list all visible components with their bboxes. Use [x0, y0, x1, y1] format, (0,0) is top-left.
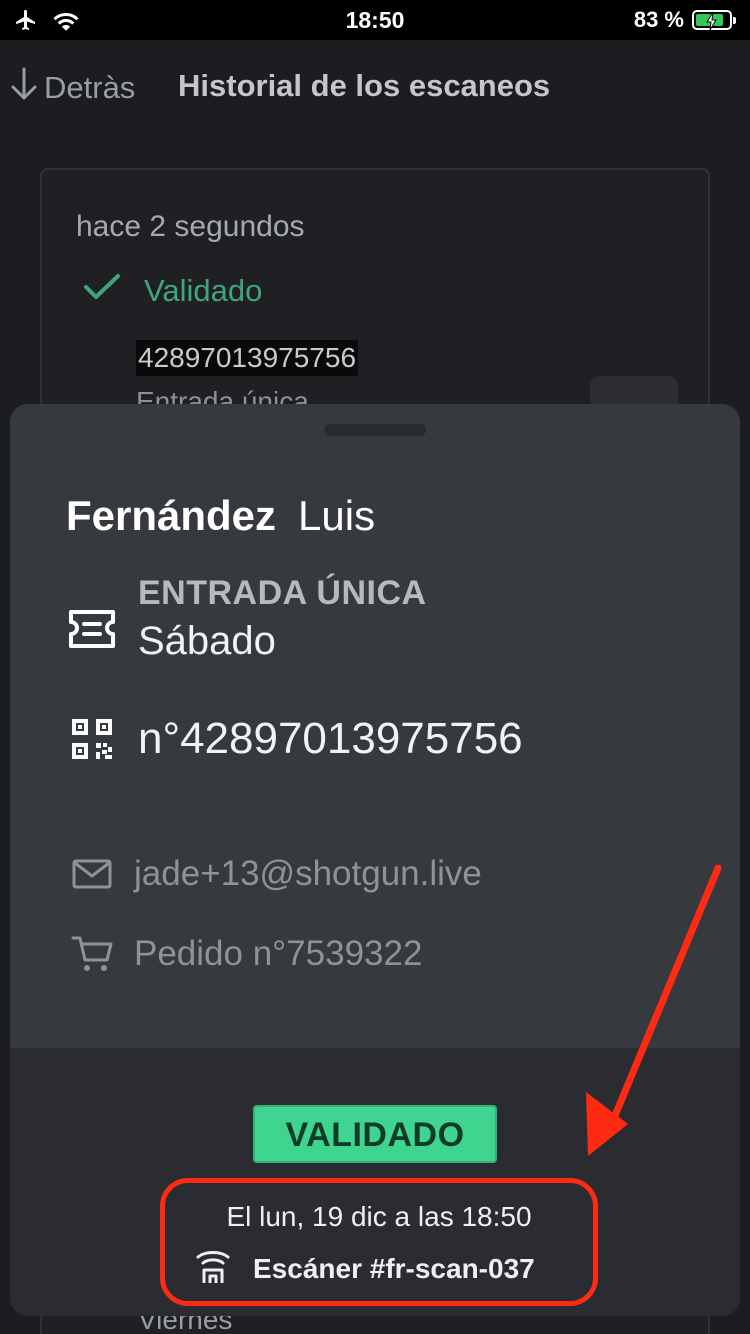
battery-percent: 83 %: [633, 7, 684, 32]
attendee-first-name: Luis: [298, 492, 376, 539]
back-button[interactable]: Detràs: [8, 66, 135, 110]
mail-icon: [66, 858, 118, 890]
scanner-id: Escáner #fr-scan-037: [253, 1252, 535, 1284]
ticket-icon: [66, 608, 118, 650]
scan-status: Validado: [82, 272, 262, 310]
scan-status-label: Validado: [144, 273, 263, 308]
attendee-name: Fernández Luis: [66, 492, 375, 540]
ticket-type: ENTRADA ÚNICA: [138, 574, 427, 612]
status-bar: 18:50 83 %: [0, 0, 750, 40]
qr-code-icon: [66, 717, 118, 761]
ticket-detail-sheet: Fernández Luis ENTRADA ÚNICA Sábado n°428…: [10, 404, 740, 1316]
scanner-info: Escáner #fr-scan-037: [195, 1245, 535, 1292]
sheet-drag-handle[interactable]: [324, 424, 426, 436]
attendee-email: jade+13@shotgun.live: [134, 854, 482, 893]
scan-date: El lun, 19 dic a las 18:50: [226, 1201, 532, 1232]
order-number: Pedido n°7539322: [134, 934, 423, 973]
check-icon: [82, 272, 122, 310]
ticket-number: n°42897013975756: [138, 714, 523, 763]
arrow-down-icon: [8, 66, 40, 110]
ticket-number-row: n°42897013975756: [66, 714, 523, 764]
status-badge: VALIDADO: [253, 1105, 497, 1163]
page-title: Historial de los escaneos: [178, 68, 551, 103]
back-label: Detràs: [44, 70, 136, 105]
scan-ticket-number: 42897013975756: [136, 340, 359, 376]
ticket-info: ENTRADA ÚNICA Sábado: [66, 574, 427, 664]
cart-icon: [66, 934, 118, 974]
scan-time-ago: hace 2 segundos: [76, 210, 305, 243]
battery-charging-icon: [692, 10, 736, 31]
scan-summary: VALIDADO El lun, 19 dic a las 18:50 Escá…: [10, 1048, 740, 1316]
attendee-last-name: Fernández: [66, 492, 277, 539]
scanner-icon: [195, 1245, 231, 1292]
annotation-highlight: El lun, 19 dic a las 18:50 Escáner #fr-s…: [160, 1178, 598, 1306]
ticket-day: Sábado: [138, 619, 276, 663]
navigation-bar: Detràs Historial de los escaneos: [0, 40, 750, 130]
email-row: jade+13@shotgun.live: [66, 854, 482, 894]
order-row: Pedido n°7539322: [66, 934, 422, 974]
